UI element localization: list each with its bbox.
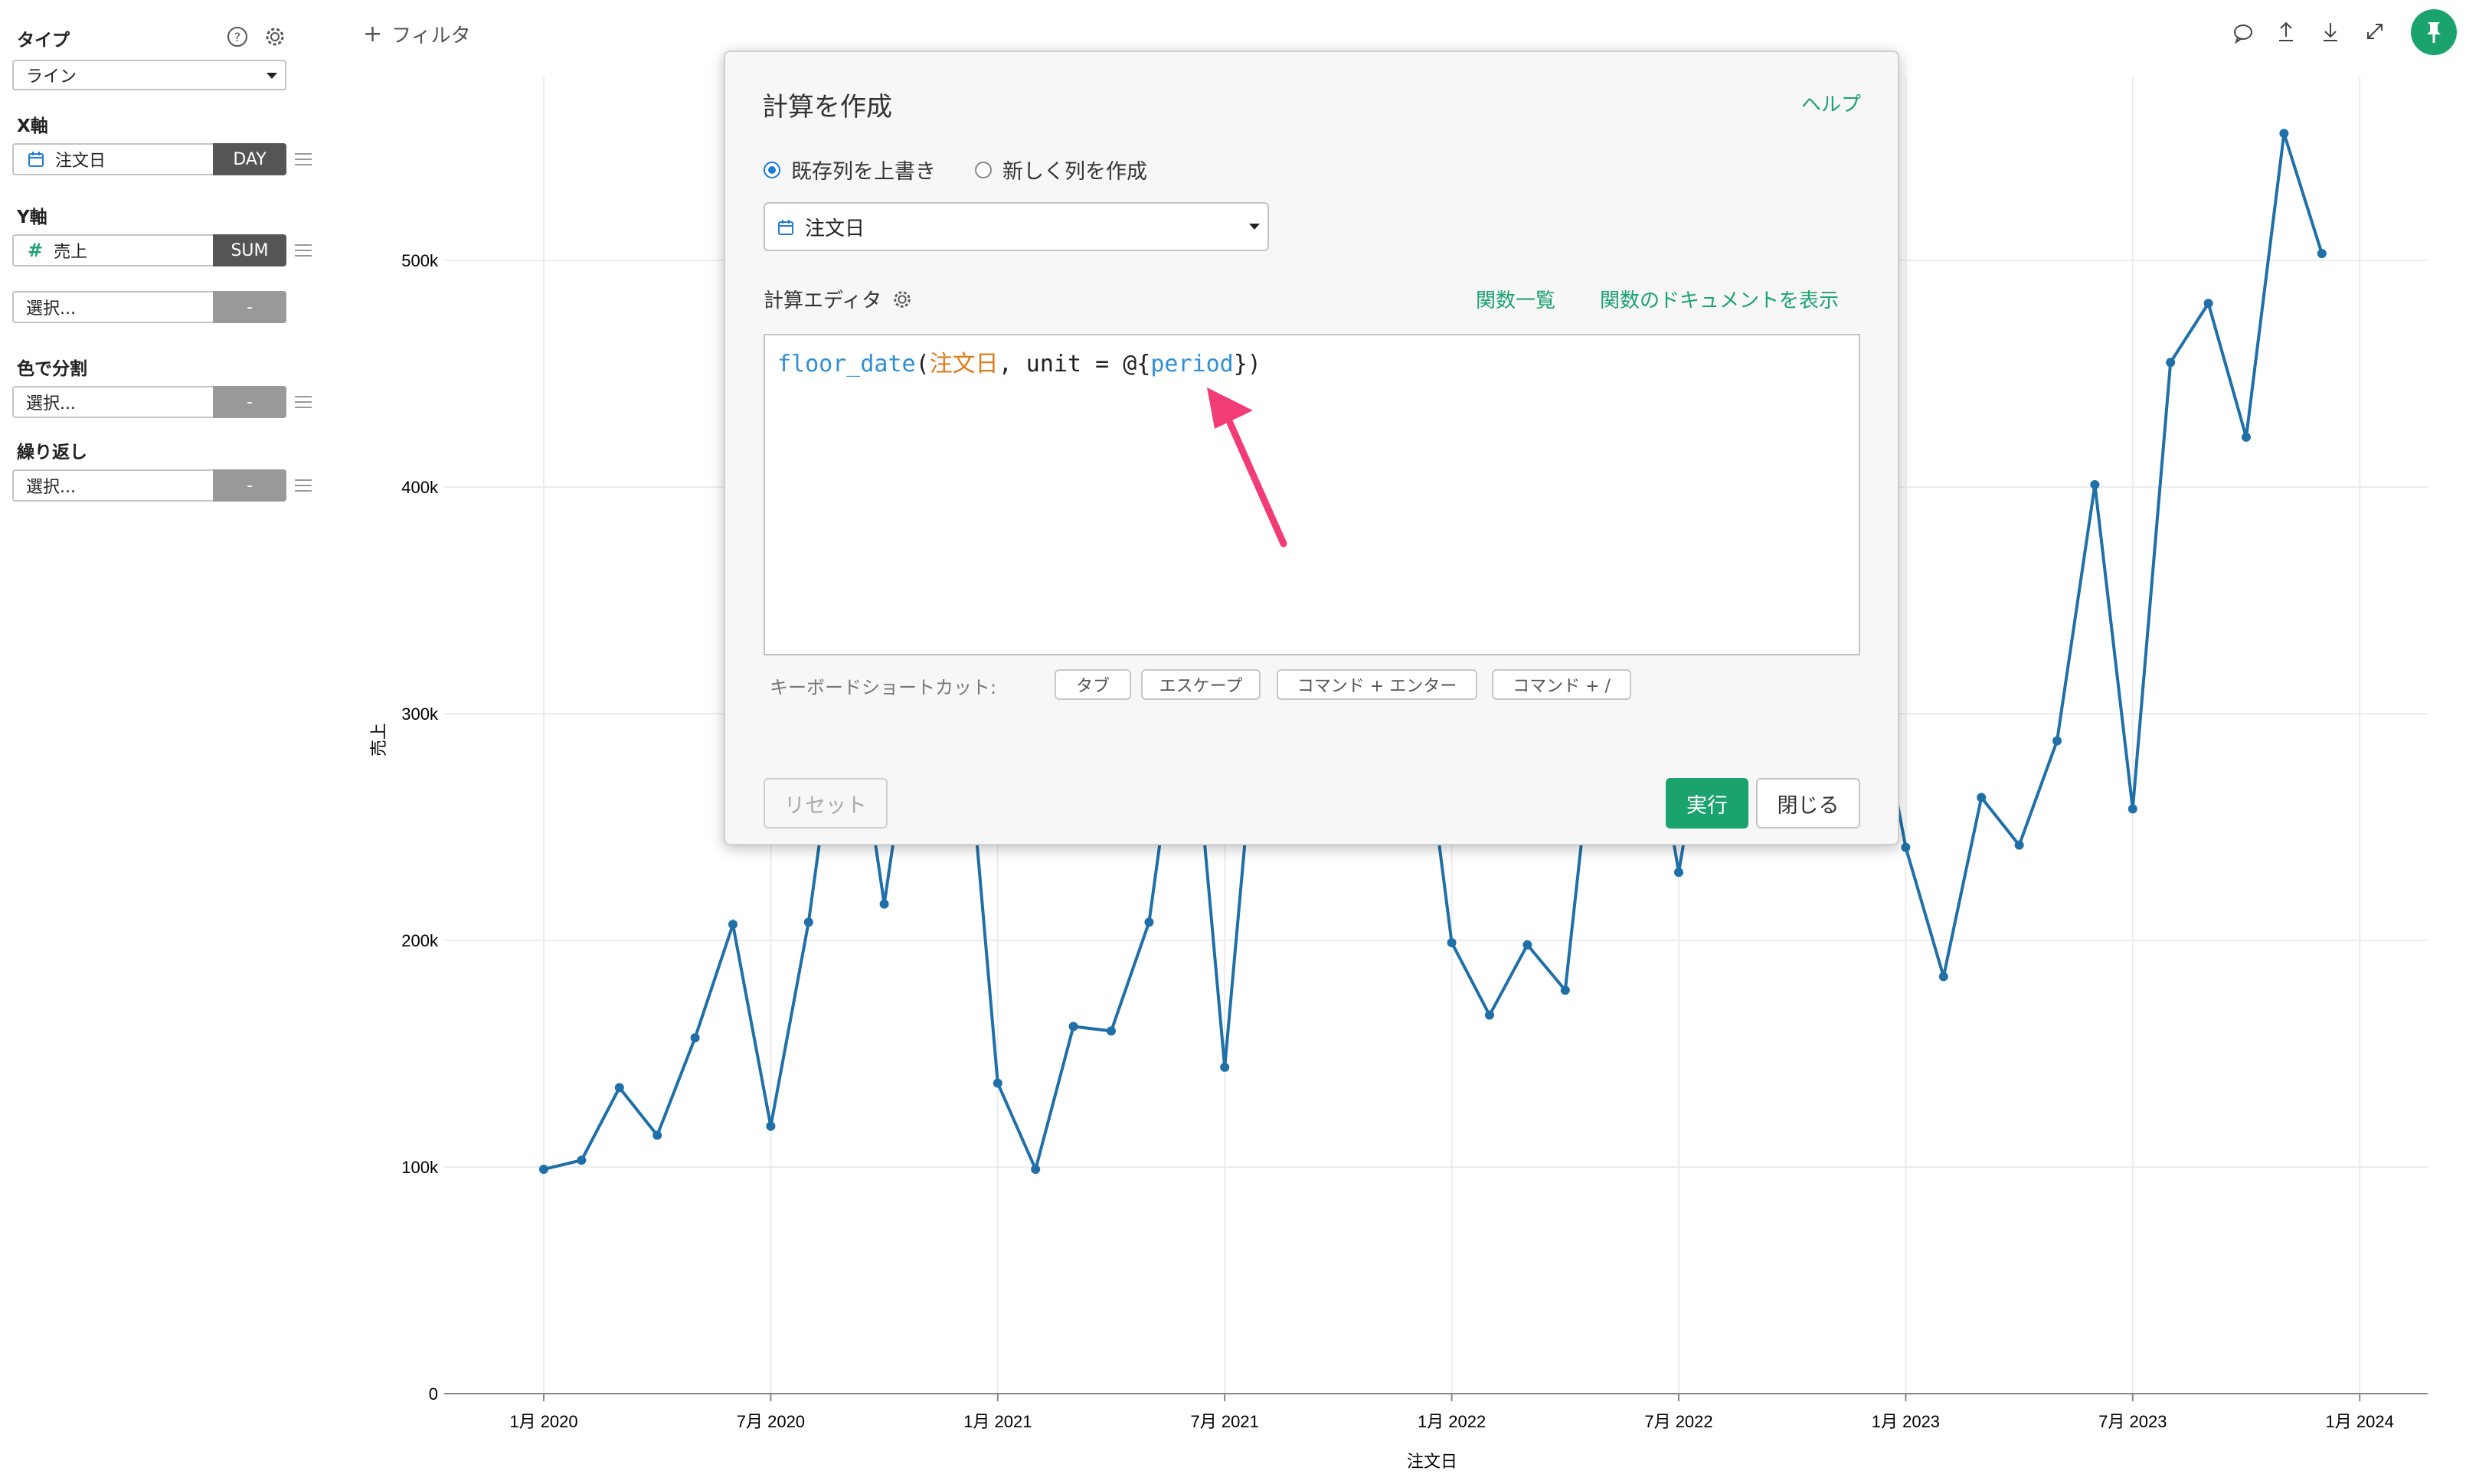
radio-new-label: 新しく列を作成: [1002, 160, 1147, 184]
gear-icon[interactable]: [892, 289, 912, 309]
data-point: [2014, 840, 2024, 850]
column-value: 注文日: [805, 217, 865, 240]
shortcut-tab: タブ: [1055, 669, 1131, 700]
x-tick-label: 1月 2022: [1418, 1412, 1486, 1431]
data-point: [577, 1155, 587, 1165]
data-point: [2090, 480, 2100, 490]
data-point: [1485, 1010, 1494, 1020]
code-variable: period: [1150, 351, 1234, 378]
close-button[interactable]: 閉じる: [1756, 778, 1860, 829]
code-middle: , unit = @{: [998, 351, 1151, 378]
y-tick-label: 100k: [401, 1158, 439, 1177]
radio-overwrite[interactable]: 既存列を上書き: [764, 155, 936, 185]
run-button[interactable]: 実行: [1666, 778, 1748, 829]
x-tick-label: 1月 2020: [509, 1412, 577, 1431]
data-point: [2203, 299, 2213, 309]
help-link[interactable]: ヘルプ: [1801, 89, 1861, 117]
code-close: }): [1233, 351, 1261, 378]
data-point: [1977, 793, 1987, 802]
functions-list-link[interactable]: 関数一覧: [1476, 285, 1555, 313]
data-point: [728, 920, 738, 930]
shortcut-cmd-enter: コマンド + エンター: [1277, 669, 1477, 700]
code-column: 注文日: [929, 351, 999, 378]
data-point: [2279, 129, 2289, 139]
editor-label-text: 計算エディタ: [764, 289, 882, 312]
data-point: [1938, 972, 1948, 982]
data-point: [2317, 249, 2327, 259]
radio-new-column[interactable]: 新しく列を作成: [975, 155, 1147, 185]
data-point: [1522, 940, 1532, 950]
data-point: [690, 1033, 700, 1043]
x-tick-label: 1月 2021: [963, 1412, 1032, 1431]
data-point: [2052, 736, 2062, 746]
data-point: [1560, 986, 1570, 995]
column-select[interactable]: 注文日: [764, 202, 1269, 251]
data-point: [993, 1078, 1002, 1088]
formula-code: floor_date(注文日, unit = @{period}): [777, 345, 1261, 378]
radio-selected[interactable]: [764, 161, 780, 178]
x-tick-label: 7月 2022: [1644, 1412, 1712, 1431]
radio-unselected[interactable]: [975, 161, 992, 178]
chevron-down-icon: [1249, 224, 1260, 230]
reset-button[interactable]: リセット: [764, 778, 888, 829]
shortcuts-label: キーボードショートカット:: [770, 677, 997, 698]
y-tick-label: 500k: [401, 251, 439, 270]
data-point: [614, 1083, 624, 1093]
data-point: [1031, 1164, 1041, 1174]
x-tick-labels: 1月 2020 7月 2020 1月 2021 7月 2021 1月 2022 7月 20…: [509, 1412, 2393, 1431]
editor-label: 計算エディタ: [764, 285, 912, 313]
code-paren-open: (: [915, 351, 930, 378]
create-calculation-dialog: 計算を作成 ヘルプ 既存列を上書き 新しく列を作成 注文日 計算エディタ 関数一…: [724, 51, 1899, 845]
data-point: [1068, 1021, 1078, 1031]
y-axis-title: 売上: [369, 723, 388, 757]
calendar-icon: [777, 218, 794, 235]
data-point: [652, 1130, 662, 1140]
y-tick-label: 300k: [401, 704, 439, 724]
data-point: [1107, 1026, 1116, 1036]
data-point: [1220, 1062, 1230, 1072]
function-docs-link[interactable]: 関数のドキュメントを表示: [1600, 285, 1839, 313]
data-point: [1901, 842, 1911, 852]
y-tick-label: 200k: [401, 931, 439, 950]
data-point: [539, 1164, 548, 1174]
data-point: [2166, 358, 2176, 368]
data-point: [1144, 917, 1154, 927]
data-point: [2127, 804, 2137, 814]
data-point: [2242, 432, 2251, 442]
dialog-title: 計算を作成: [762, 92, 892, 123]
x-axis-title: 注文日: [1407, 1452, 1457, 1471]
x-tick-label: 7月 2020: [737, 1412, 805, 1431]
x-tick-label: 7月 2023: [2098, 1412, 2167, 1431]
y-tick-labels: 0 100k 200k 300k 400k 500k: [401, 251, 439, 1404]
code-function: floor_date: [777, 351, 916, 378]
x-tick-label: 7月 2021: [1191, 1412, 1259, 1431]
formula-editor[interactable]: floor_date(注文日, unit = @{period}): [764, 334, 1860, 655]
data-point: [766, 1121, 776, 1131]
x-tick-label: 1月 2023: [1872, 1412, 1940, 1431]
x-tick-label: 1月 2024: [2326, 1412, 2394, 1431]
data-point: [879, 899, 889, 909]
y-tick-label: 400k: [401, 478, 439, 497]
y-tick-label: 0: [429, 1384, 438, 1404]
data-point: [1674, 868, 1683, 878]
shortcut-cmd-slash: コマンド + /: [1492, 669, 1631, 700]
radio-overwrite-label: 既存列を上書き: [791, 160, 936, 184]
data-point: [1447, 937, 1457, 947]
shortcut-escape: エスケープ: [1141, 669, 1261, 700]
data-point: [803, 917, 813, 927]
